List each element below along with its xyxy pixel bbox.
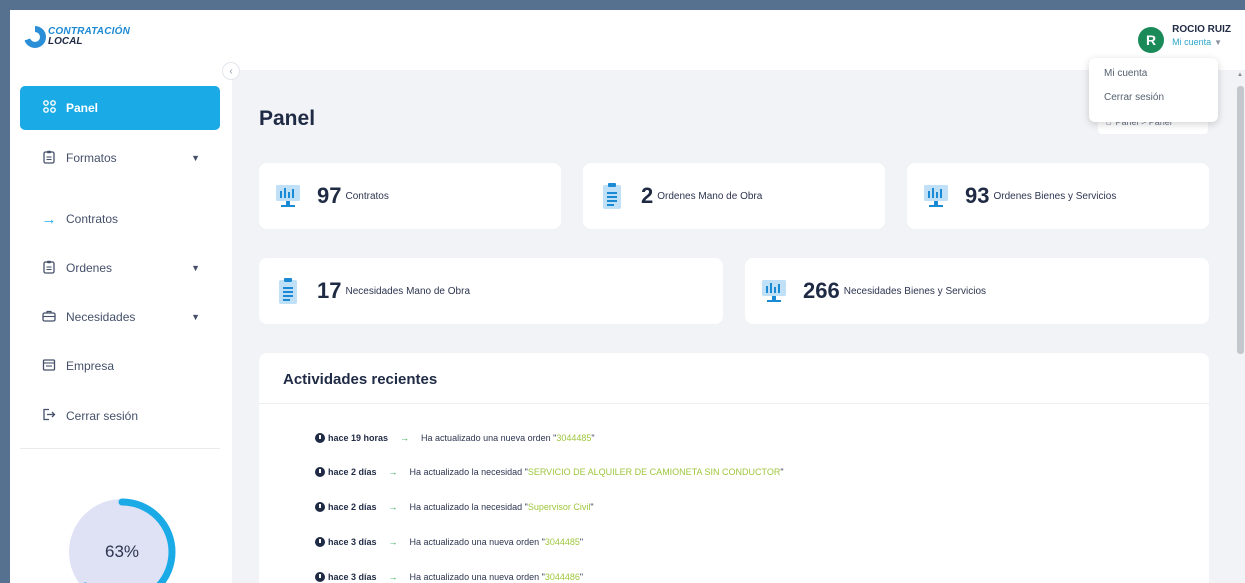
collapse-sidebar-button[interactable]: ‹ — [222, 62, 240, 80]
clock-icon — [315, 537, 325, 547]
activity-time: hace 19 horas — [328, 433, 389, 443]
account-menu-label: Mi cuenta — [1172, 37, 1212, 47]
account-dropdown: Mi cuenta Cerrar sesión — [1089, 58, 1218, 122]
briefcase-icon — [40, 310, 58, 325]
arrow-right-icon: → — [388, 537, 398, 547]
stat-card-ordenes-bienes-servicios[interactable]: 93 Ordenes Bienes y Servicios — [907, 163, 1209, 229]
top-bar: CONTRATACIÓN LOCAL R ROCIO RUIZ Mi cuent… — [10, 10, 1245, 70]
activity-item: hace 3 días → Ha actualizado una nueva o… — [315, 537, 583, 547]
stat-label: Necesidades Bienes y Servicios — [843, 285, 987, 297]
sidebar-divider — [20, 448, 220, 449]
logout-icon — [40, 408, 58, 424]
grid-icon — [40, 100, 58, 116]
stat-value: 93 — [965, 183, 990, 208]
chevron-down-icon[interactable]: ▼ — [191, 153, 200, 163]
chevron-down-icon[interactable]: ▼ — [191, 312, 200, 322]
sidebar-item-panel[interactable]: Panel — [20, 86, 220, 130]
sidebar-item-contratos[interactable]: → Contratos — [20, 197, 220, 241]
activity-text: Ha actualizado una nueva orden — [421, 433, 551, 443]
sidebar-item-ordenes[interactable]: Ordenes ▼ — [20, 246, 220, 290]
user-name: ROCIO RUIZ — [1172, 24, 1231, 35]
clipboard-icon — [40, 150, 58, 167]
activity-time: hace 3 días — [328, 537, 377, 547]
stat-value: 97 — [317, 183, 342, 208]
stat-card-contratos[interactable]: 97 Contratos — [259, 163, 561, 229]
sidebar-item-cerrar-sesion[interactable]: Cerrar sesión — [20, 394, 220, 438]
stat-value: 17 — [317, 278, 342, 303]
sidebar-item-formatos[interactable]: Formatos ▼ — [20, 136, 220, 180]
user-profile[interactable]: R ROCIO RUIZ Mi cuenta ▼ — [1138, 24, 1231, 53]
activity-text: Ha actualizado una nueva orden — [409, 537, 540, 547]
logo-icon — [24, 26, 46, 48]
arrow-right-icon: → — [400, 433, 410, 443]
arrow-right-icon: → — [388, 572, 398, 582]
progress-ring: 63% — [66, 496, 178, 583]
arrow-right-icon: → — [388, 467, 398, 477]
sidebar-item-label: Cerrar sesión — [66, 409, 139, 423]
activity-time: hace 3 días — [328, 572, 377, 582]
activity-item: hace 3 días → Ha actualizado una nueva o… — [315, 572, 583, 582]
clipboard-icon — [40, 260, 58, 277]
activity-time: hace 2 días — [328, 467, 377, 477]
activity-reference[interactable]: Supervisor Civil — [528, 502, 591, 512]
progress-label: 63% — [104, 542, 140, 561]
activity-text: Ha actualizado una nueva orden — [409, 572, 540, 582]
chevron-down-icon: ▼ — [1214, 38, 1223, 47]
stat-label: Contratos — [345, 190, 389, 202]
stat-card-necesidades-bienes-servicios[interactable]: 266 Necesidades Bienes y Servicios — [745, 258, 1209, 324]
arrow-right-icon: → — [388, 502, 398, 512]
activity-text: Ha actualizado la necesidad — [409, 467, 523, 477]
stat-card-ordenes-mano-de-obra[interactable]: 2 Ordenes Mano de Obra — [583, 163, 885, 229]
clock-icon — [315, 502, 325, 512]
scrollbar-thumb[interactable] — [1237, 86, 1244, 354]
clock-icon — [315, 572, 325, 582]
activity-reference[interactable]: SERVICIO DE ALQUILER DE CAMIONETA SIN CO… — [528, 467, 781, 477]
stat-card-necesidades-mano-de-obra[interactable]: 17 Necesidades Mano de Obra — [259, 258, 723, 324]
account-menu-toggle[interactable]: Mi cuenta ▼ — [1172, 37, 1231, 47]
stat-label: Necesidades Mano de Obra — [345, 285, 471, 297]
sidebar: Panel Formatos ▼ → Contratos Ordenes ▼ N… — [10, 70, 232, 583]
page-title: Panel — [259, 107, 316, 130]
activity-item: hace 2 días → Ha actualizado la necesida… — [315, 502, 594, 512]
sidebar-item-label: Formatos — [66, 151, 117, 165]
sidebar-item-label: Panel — [66, 101, 99, 115]
stat-label: Ordenes Bienes y Servicios — [993, 190, 1117, 202]
chevron-down-icon[interactable]: ▼ — [191, 263, 200, 273]
sidebar-item-label: Necesidades — [66, 310, 136, 324]
dropdown-item-mi-cuenta[interactable]: Mi cuenta — [1104, 66, 1203, 90]
avatar[interactable]: R — [1138, 27, 1165, 53]
stat-value: 266 — [803, 278, 840, 303]
panel-divider — [259, 403, 1209, 404]
monitor-chart-icon — [273, 181, 303, 211]
sidebar-item-label: Empresa — [66, 359, 115, 373]
sidebar-item-necesidades[interactable]: Necesidades ▼ — [20, 295, 220, 339]
activity-reference[interactable]: 3044486 — [545, 572, 580, 582]
recent-activity-title: Actividades recientes — [283, 371, 438, 388]
dropdown-item-cerrar-sesion[interactable]: Cerrar sesión — [1104, 90, 1203, 114]
activity-reference[interactable]: 3044485 — [556, 433, 591, 443]
document-icon — [597, 181, 627, 211]
sidebar-item-label: Ordenes — [66, 261, 113, 275]
stat-value: 2 — [641, 183, 654, 208]
clock-icon — [315, 467, 325, 477]
activity-time: hace 2 días — [328, 502, 377, 512]
sidebar-item-empresa[interactable]: Empresa — [20, 344, 220, 388]
recent-activity-panel: Actividades recientes hace 19 horas → Ha… — [259, 353, 1209, 583]
activity-item: hace 2 días → Ha actualizado la necesida… — [315, 467, 784, 477]
scroll-up-icon[interactable]: ▲ — [1237, 72, 1243, 78]
building-icon — [40, 358, 58, 374]
arrow-right-icon: → — [41, 210, 57, 228]
document-icon — [273, 276, 303, 306]
monitor-chart-icon — [921, 181, 951, 211]
sidebar-item-label: Contratos — [66, 212, 119, 226]
clock-icon — [315, 433, 325, 443]
app-window: CONTRATACIÓN LOCAL R ROCIO RUIZ Mi cuent… — [10, 10, 1245, 583]
app-logo[interactable]: CONTRATACIÓN LOCAL — [24, 26, 130, 48]
stat-label: Ordenes Mano de Obra — [657, 190, 763, 202]
logo-line-2: LOCAL — [48, 36, 83, 47]
monitor-chart-icon — [759, 276, 789, 306]
activity-item: hace 19 horas → Ha actualizado una nueva… — [315, 433, 595, 443]
activity-reference[interactable]: 3044485 — [545, 537, 580, 547]
activity-text: Ha actualizado la necesidad — [409, 502, 523, 512]
